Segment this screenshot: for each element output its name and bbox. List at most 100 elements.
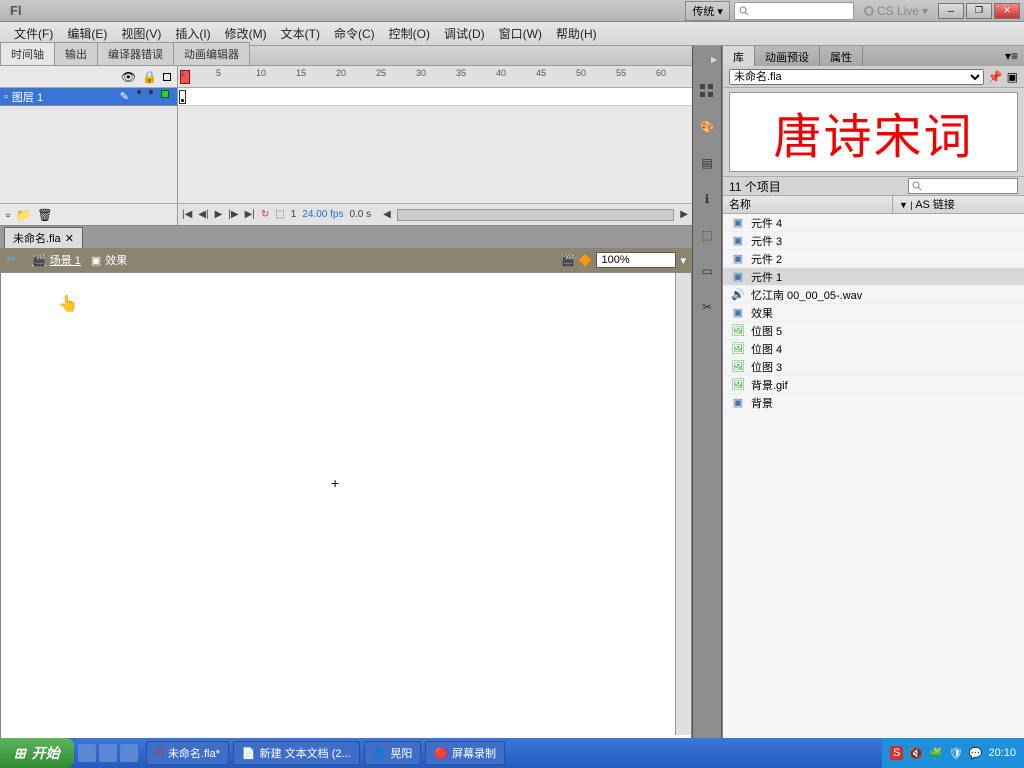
frames-track[interactable] [178,88,692,106]
layer-row[interactable]: ▫ 图层 1 ✎ [0,88,177,106]
menu-modify[interactable]: 修改(M) [219,23,273,44]
library-item[interactable]: 🖼位图 5 [723,322,1024,340]
zoom-dropdown-icon[interactable]: ▾ [680,254,686,267]
tools-icon[interactable]: ✂ [696,296,718,318]
maximize-button[interactable]: ❐ [966,3,992,19]
library-item[interactable]: ▣元件 4 [723,214,1024,232]
menu-view[interactable]: 视图(V) [115,23,167,44]
timeline-ruler[interactable]: 1 5 10 15 20 25 30 35 40 45 50 55 60 [178,66,692,88]
library-search-input[interactable] [908,178,1018,194]
back-button[interactable]: ⇦ [6,252,22,268]
lock-icon[interactable]: 🔒 [142,70,157,84]
edit-symbol-icon[interactable]: 🔶 [579,254,593,267]
tab-timeline[interactable]: 时间轴 [0,42,55,65]
goto-first-button[interactable]: |◀ [182,209,192,220]
menu-window[interactable]: 窗口(W) [493,23,548,44]
step-fwd-button[interactable]: |▶ [228,209,238,220]
library-item[interactable]: 🖼位图 3 [723,358,1024,376]
scene-crumb[interactable]: 🎬场景 1 [32,252,81,268]
minimize-button[interactable]: ─ [938,3,964,19]
swatches-icon[interactable]: 🎨 [696,116,718,138]
ie-icon[interactable] [78,744,96,762]
start-button[interactable]: ⊞开始 [0,738,74,768]
desktop-icon[interactable] [99,744,117,762]
eye-icon[interactable]: 👁 [121,70,136,84]
library-item[interactable]: ▣元件 1 [723,268,1024,286]
keyframe[interactable] [179,90,186,104]
tray-icon[interactable]: 🧩 [929,747,943,760]
play-button[interactable]: ▶ [215,209,223,220]
symbol-crumb[interactable]: ▣效果 [91,252,127,268]
menu-edit[interactable]: 编辑(E) [61,23,113,44]
tab-motion-presets[interactable]: 动画预设 [755,46,820,66]
menu-commands[interactable]: 命令(C) [328,23,381,44]
help-search-input[interactable] [734,2,854,20]
system-tray: S 🔇 🧩 🛡 💬 20:10 [882,738,1024,768]
onion-skin-button[interactable]: ⬚ [275,209,284,220]
col-as-linkage[interactable]: ▼ | AS 链接 [893,196,1024,213]
outline-icon[interactable] [163,73,171,81]
library-icon[interactable]: ▭ [696,260,718,282]
zoom-input[interactable]: 100% [596,252,676,268]
tab-compiler-errors[interactable]: 编译器错误 [97,42,174,65]
goto-last-button[interactable]: ▶| [245,209,255,220]
delete-layer-button[interactable]: 🗑 [37,208,52,222]
new-layer-button[interactable]: ▫ [6,208,10,222]
outline-color[interactable] [161,90,169,98]
align-icon[interactable]: ▤ [696,152,718,174]
fps-display[interactable]: 24.00 fps [302,209,343,220]
library-doc-dropdown[interactable]: 未命名.fla [729,69,984,85]
menu-insert[interactable]: 插入(I) [169,23,216,44]
new-library-icon[interactable]: ▣ [1007,70,1018,84]
taskbar-item[interactable]: Fl未命名.fla* [146,741,229,765]
taskbar-item[interactable]: 📄新建 文本文档 (2... [233,741,360,765]
tray-icon[interactable]: 🛡 [949,747,963,760]
loop-icon[interactable]: ↻ [261,209,269,220]
library-item[interactable]: 🖼背景.gif [723,376,1024,394]
frames-scrollbar[interactable] [397,209,674,221]
scroll-left-button[interactable]: ◀ [383,209,391,220]
taskbar-item[interactable]: 🔴屏幕录制 [425,741,505,765]
library-item[interactable]: ▣元件 3 [723,232,1024,250]
stage-vscrollbar[interactable] [675,273,691,735]
stage[interactable]: + [0,272,692,752]
library-item[interactable]: 🖼位图 4 [723,340,1024,358]
menu-debug[interactable]: 调试(D) [438,23,491,44]
menu-file[interactable]: 文件(F) [8,23,59,44]
menu-control[interactable]: 控制(O) [383,23,436,44]
explorer-icon[interactable] [120,744,138,762]
library-item-name: 位图 3 [751,359,782,375]
library-item[interactable]: ▣背景 [723,394,1024,412]
document-tab[interactable]: 未命名.fla✕ [4,227,83,248]
menu-text[interactable]: 文本(T) [275,23,326,44]
library-item[interactable]: 🔊忆江南 00_00_05-.wav [723,286,1024,304]
expand-dock-icon[interactable]: ▸ [693,52,721,66]
close-tab-icon[interactable]: ✕ [65,232,74,245]
library-list[interactable]: ▣元件 4▣元件 3▣元件 2▣元件 1🔊忆江南 00_00_05-.wav▣效… [723,214,1024,746]
edit-scene-icon[interactable]: 🎬 [561,254,575,267]
new-folder-button[interactable]: 📁 [16,208,31,222]
col-name[interactable]: 名称 [723,196,893,213]
tab-library[interactable]: 库 [723,46,755,66]
taskbar-item[interactable]: 👤晃阳 [364,741,422,765]
transform-icon[interactable]: ⬚ [696,224,718,246]
cs-live-button[interactable]: CS Live▾ [858,4,934,18]
pin-icon[interactable]: 📌 [988,70,1003,84]
clock[interactable]: 20:10 [988,747,1016,759]
scroll-right-button[interactable]: ▶ [680,209,688,220]
workspace-dropdown[interactable]: 传统 ▾ [685,1,730,21]
panel-menu-icon[interactable]: ▾≡ [999,46,1024,66]
tab-properties[interactable]: 属性 [820,46,863,66]
library-item[interactable]: ▣元件 2 [723,250,1024,268]
tray-icon[interactable]: 💬 [969,747,983,760]
info-icon[interactable]: ℹ [696,188,718,210]
input-method-icon[interactable]: S [890,746,903,760]
tray-icon[interactable]: 🔇 [909,747,923,760]
menu-help[interactable]: 帮助(H) [550,23,603,44]
close-button[interactable]: ✕ [994,3,1020,19]
step-back-button[interactable]: ◀| [198,209,208,220]
tab-motion-editor[interactable]: 动画编辑器 [173,42,250,65]
tab-output[interactable]: 输出 [54,42,98,65]
grid-icon[interactable] [696,80,718,102]
library-item[interactable]: ▣效果 [723,304,1024,322]
